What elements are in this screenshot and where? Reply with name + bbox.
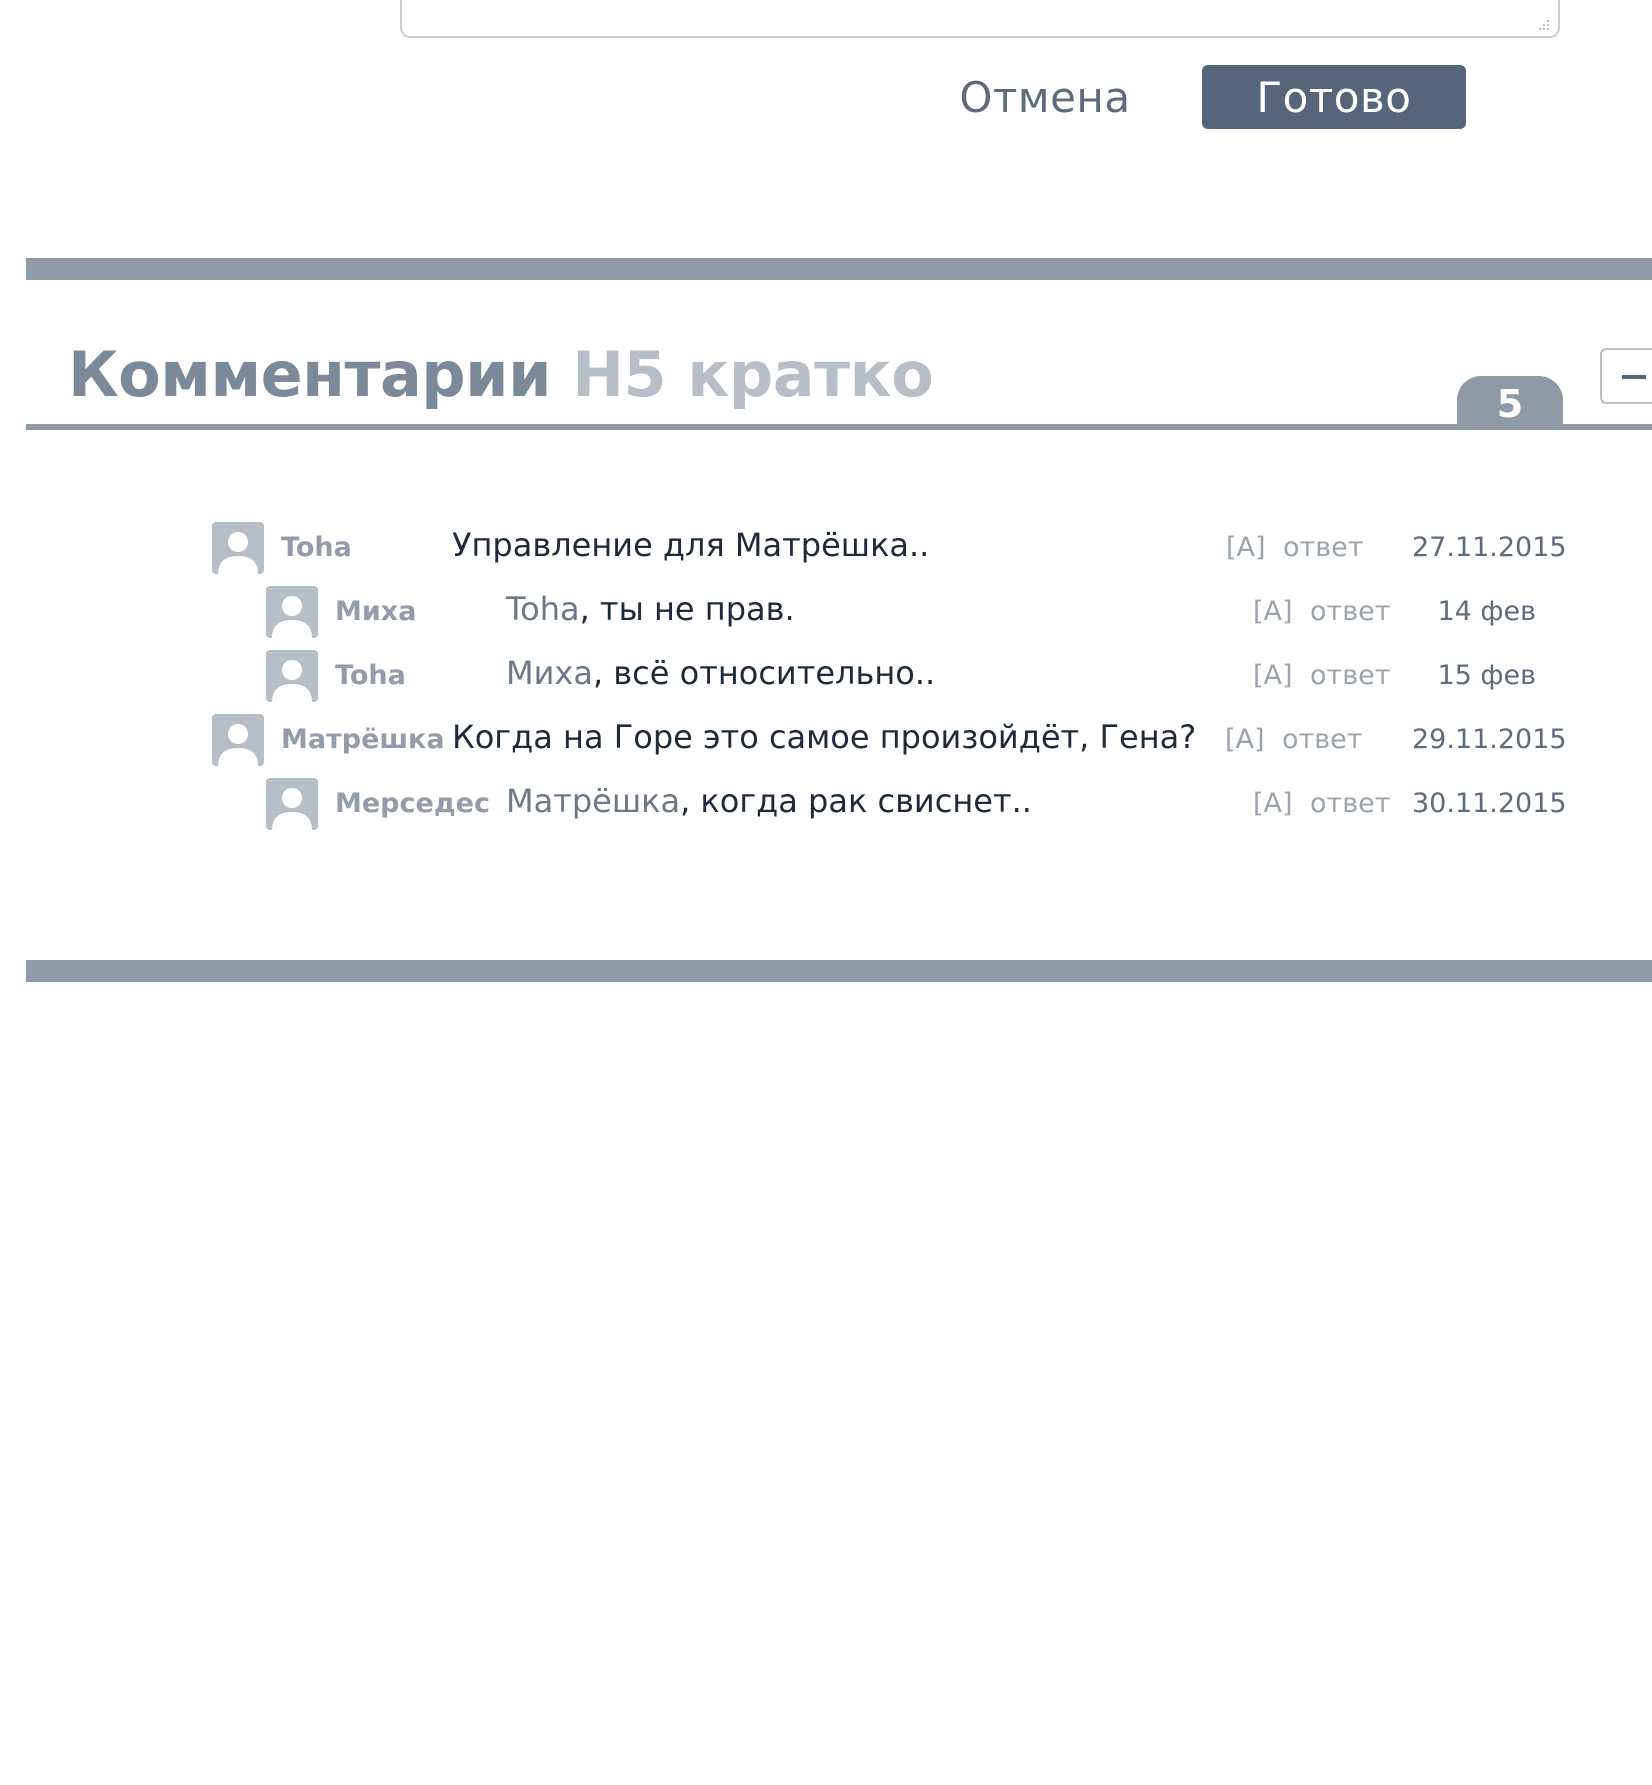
- comment-body: , всё относительно..: [592, 654, 936, 692]
- comment-author[interactable]: Мерседес: [335, 788, 490, 819]
- comment-row: Toha Миха, всё относительно.. [A] ответ …: [266, 650, 1652, 702]
- section-divider-top: [26, 258, 1652, 280]
- resize-grip-icon[interactable]: [1536, 17, 1550, 31]
- avatar-icon[interactable]: [212, 522, 264, 574]
- section-divider-bottom: [26, 960, 1652, 982]
- reply-link[interactable]: ответ: [1310, 596, 1391, 627]
- admin-tag[interactable]: [A]: [1225, 724, 1265, 755]
- avatar-icon[interactable]: [266, 586, 318, 638]
- admin-tag[interactable]: [A]: [1253, 660, 1293, 691]
- comment-body: , когда рак свиснет..: [680, 782, 1032, 820]
- done-button[interactable]: Готово: [1202, 65, 1466, 129]
- reply-link[interactable]: ответ: [1282, 724, 1363, 755]
- comment-mention[interactable]: Toha: [506, 590, 580, 628]
- comment-text: Миха, всё относительно..: [506, 654, 935, 692]
- comment-text: Когда на Горе это самое произойдёт, Гена…: [452, 718, 1196, 756]
- collapse-button[interactable]: [1600, 348, 1652, 404]
- comment-date: 30.11.2015: [1412, 788, 1567, 819]
- comment-author[interactable]: Toha: [281, 532, 352, 563]
- avatar-icon[interactable]: [212, 714, 264, 766]
- comment-row: Toha Управление для Матрёшка.. [A] ответ…: [212, 522, 1652, 574]
- reply-link[interactable]: ответ: [1310, 660, 1391, 691]
- comment-date: 27.11.2015: [1412, 532, 1567, 563]
- comment-row: Матрёшка Когда на Горе это самое произой…: [212, 714, 1652, 766]
- avatar-icon[interactable]: [266, 778, 318, 830]
- comment-body: , ты не прав.: [579, 590, 795, 628]
- comment-row: Мерседес Матрёшка, когда рак свиснет.. […: [266, 778, 1652, 830]
- comment-body: Управление для Матрёшка..: [452, 526, 930, 564]
- cancel-button[interactable]: Отмена: [940, 65, 1150, 129]
- comment-date: 14 фев: [1437, 596, 1536, 627]
- reply-link[interactable]: ответ: [1283, 532, 1364, 563]
- comments-title-main: Комментарии: [68, 338, 552, 411]
- comment-author[interactable]: Toha: [335, 660, 406, 691]
- comments-count-badge: 5: [1457, 376, 1563, 426]
- comment-mention[interactable]: Миха: [506, 654, 593, 692]
- comment-author[interactable]: Миха: [335, 596, 416, 627]
- comment-row: Миха Toha, ты не прав. [A] ответ 14 фев: [266, 586, 1652, 638]
- reply-textarea[interactable]: [400, 0, 1560, 38]
- comment-text: Матрёшка, когда рак свиснет..: [506, 782, 1032, 820]
- comments-title: Комментарии H5 кратко: [68, 338, 934, 411]
- comment-text: Toha, ты не прав.: [506, 590, 795, 628]
- title-underline: [26, 424, 1652, 430]
- avatar-icon[interactable]: [266, 650, 318, 702]
- admin-tag[interactable]: [A]: [1226, 532, 1266, 563]
- comment-text: Управление для Матрёшка..: [452, 526, 929, 564]
- comment-mention[interactable]: Матрёшка: [506, 782, 680, 820]
- minus-icon: [1622, 375, 1646, 379]
- comment-date: 15 фев: [1437, 660, 1536, 691]
- comment-body: Когда на Горе это самое произойдёт, Гена…: [452, 718, 1197, 756]
- admin-tag[interactable]: [A]: [1253, 596, 1293, 627]
- admin-tag[interactable]: [A]: [1253, 788, 1293, 819]
- comment-author[interactable]: Матрёшка: [281, 724, 445, 755]
- reply-link[interactable]: ответ: [1310, 788, 1391, 819]
- comments-title-sub: H5 кратко: [572, 338, 934, 411]
- comment-date: 29.11.2015: [1412, 724, 1567, 755]
